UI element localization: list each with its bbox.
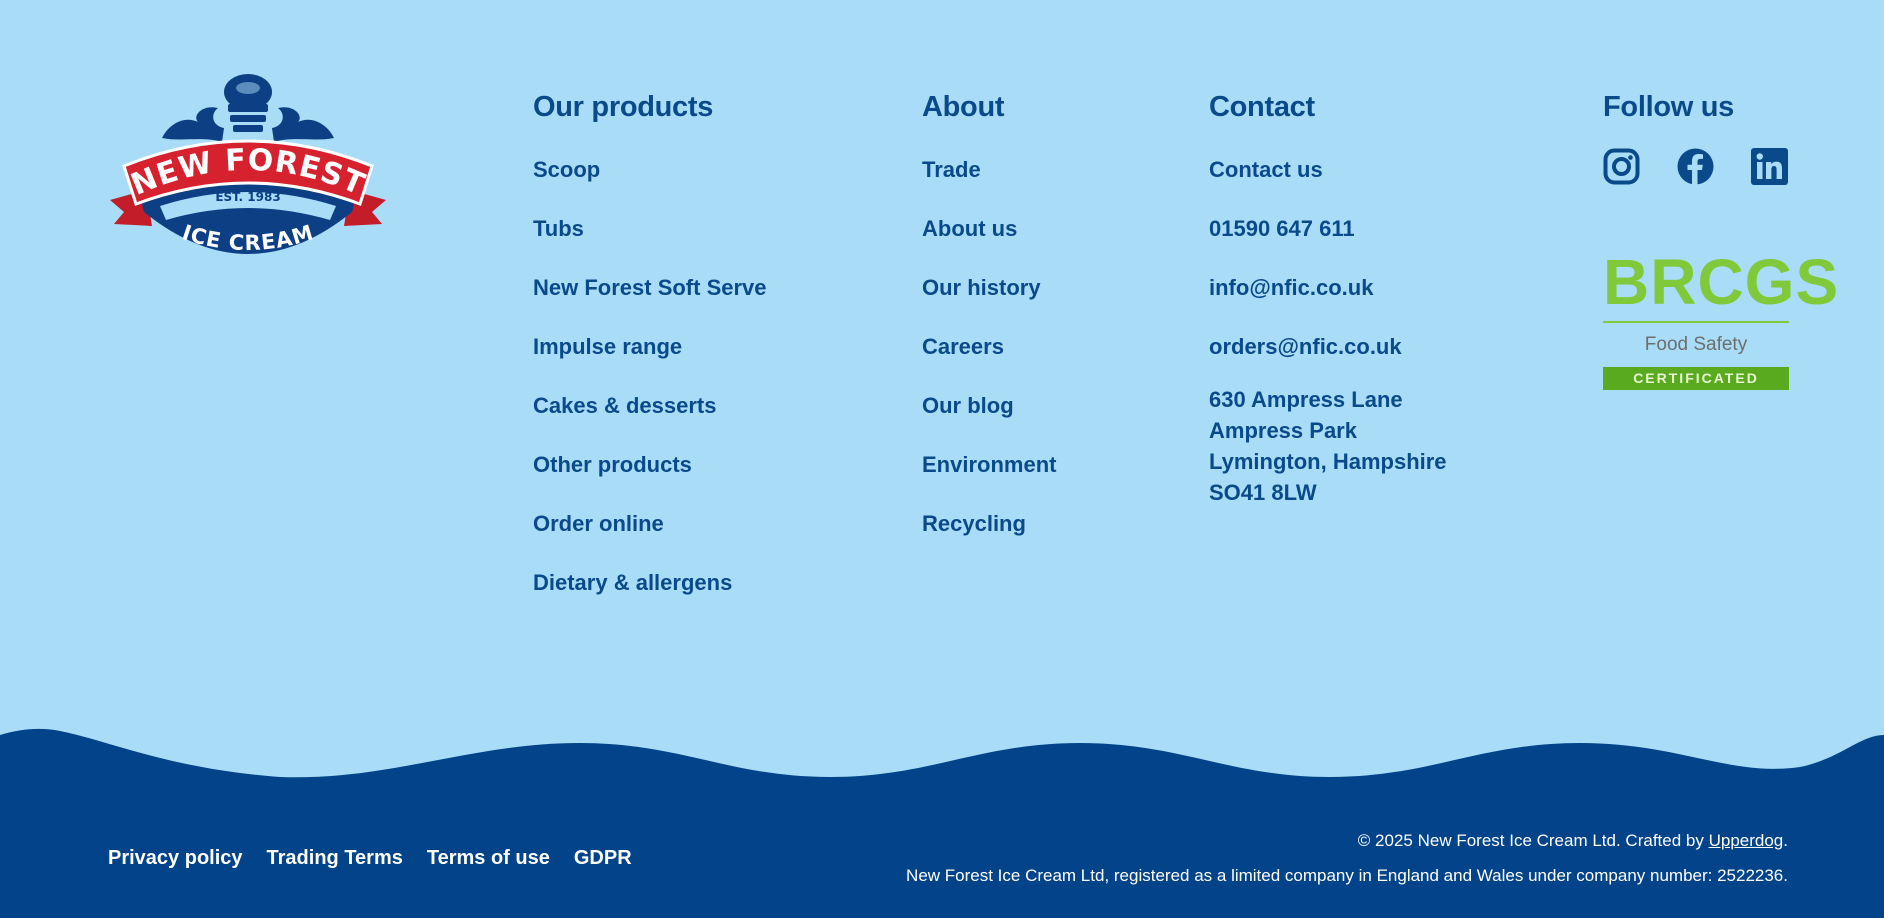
orders-email-link[interactable]: orders@nfic.co.uk xyxy=(1209,333,1447,361)
contact-column: Contact Contact us 01590 647 611 info@nf… xyxy=(1209,88,1447,508)
link-tubs[interactable]: Tubs xyxy=(533,215,767,243)
link-trade[interactable]: Trade xyxy=(922,156,1056,184)
footer-wave xyxy=(0,728,1884,918)
about-column: About Trade About us Our history Careers… xyxy=(922,88,1056,569)
copyright-text: © 2025 New Forest Ice Cream Ltd. Crafted… xyxy=(1357,831,1709,850)
badge-divider xyxy=(1603,321,1789,323)
trading-terms-link[interactable]: Trading Terms xyxy=(267,847,403,870)
products-heading: Our products xyxy=(533,91,714,123)
registration-text: New Forest Ice Cream Ltd, registered as … xyxy=(906,866,1788,885)
facebook-icon[interactable] xyxy=(1677,148,1714,185)
link-our-history[interactable]: Our history xyxy=(922,274,1056,302)
link-careers[interactable]: Careers xyxy=(922,333,1056,361)
badge-subtitle: Food Safety xyxy=(1644,334,1748,355)
legal-links: Privacy policy Trading Terms Terms of us… xyxy=(108,847,632,870)
address-line: 630 Ampress Lane xyxy=(1209,387,1403,412)
phone-link[interactable]: 01590 647 611 xyxy=(1209,215,1447,243)
link-our-blog[interactable]: Our blog xyxy=(922,392,1056,420)
link-soft-serve[interactable]: New Forest Soft Serve xyxy=(533,274,767,302)
privacy-policy-link[interactable]: Privacy policy xyxy=(108,847,243,870)
follow-column: Follow us BRCGS Food Safety CERTIFICATED xyxy=(1603,88,1840,390)
instagram-icon[interactable] xyxy=(1603,148,1640,185)
address-line: SO41 8LW xyxy=(1209,480,1317,505)
link-about-us[interactable]: About us xyxy=(922,215,1056,243)
logo-est: EST. 1983 xyxy=(215,190,280,204)
terms-of-use-link[interactable]: Terms of use xyxy=(427,847,550,870)
copyright-suffix: . xyxy=(1783,831,1788,850)
follow-heading: Follow us xyxy=(1603,91,1735,123)
products-column: Our products Scoop Tubs New Forest Soft … xyxy=(533,88,767,628)
link-contact-us[interactable]: Contact us xyxy=(1209,156,1447,184)
brcgs-logo: BRCGS xyxy=(1603,246,1840,318)
link-other-products[interactable]: Other products xyxy=(533,451,767,479)
link-environment[interactable]: Environment xyxy=(922,451,1056,479)
address-line: Ampress Park xyxy=(1209,418,1357,443)
address-block: 630 Ampress Lane Ampress Park Lymington,… xyxy=(1209,384,1447,508)
linkedin-icon[interactable] xyxy=(1751,148,1788,185)
link-order-online[interactable]: Order online xyxy=(533,510,767,538)
copyright-line: © 2025 New Forest Ice Cream Ltd. Crafted… xyxy=(906,830,1788,852)
copyright-block: © 2025 New Forest Ice Cream Ltd. Crafted… xyxy=(906,830,1788,887)
address-line: Lymington, Hampshire xyxy=(1209,449,1447,474)
link-cakes-desserts[interactable]: Cakes & desserts xyxy=(533,392,767,420)
about-heading: About xyxy=(922,91,1005,123)
social-links xyxy=(1603,148,1789,185)
badge-label: CERTIFICATED xyxy=(1603,367,1789,390)
link-dietary-allergens[interactable]: Dietary & allergens xyxy=(533,569,767,597)
gdpr-link[interactable]: GDPR xyxy=(574,847,632,870)
link-impulse-range[interactable]: Impulse range xyxy=(533,333,767,361)
brcgs-badge: BRCGS Food Safety CERTIFICATED xyxy=(1603,246,1840,390)
new-forest-logo[interactable]: NEW FOREST EST. 1983 ICE CREAM xyxy=(106,66,390,256)
info-email-link[interactable]: info@nfic.co.uk xyxy=(1209,274,1447,302)
upperdog-link[interactable]: Upperdog xyxy=(1709,831,1784,850)
link-recycling[interactable]: Recycling xyxy=(922,510,1056,538)
contact-heading: Contact xyxy=(1209,91,1315,123)
link-scoop[interactable]: Scoop xyxy=(533,156,767,184)
